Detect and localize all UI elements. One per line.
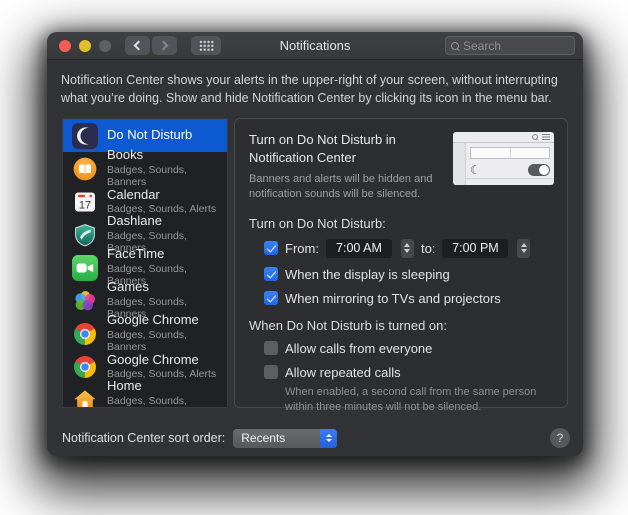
schedule-from-row: From: 7:00 AM to: 7:00 PM <box>264 239 553 258</box>
allow-calls-checkbox[interactable] <box>264 341 278 355</box>
illustration-dnd-row: ☾ <box>470 162 550 177</box>
app-alert-style: Badges, Sounds, Banners <box>107 395 227 408</box>
chevron-left-icon <box>134 41 144 51</box>
from-label: From: <box>285 241 319 256</box>
show-all-button[interactable] <box>191 36 221 55</box>
mini-toggle-on <box>528 164 550 176</box>
app-icon <box>72 255 98 281</box>
sidebar-app-row[interactable]: Do Not Disturb <box>63 119 227 152</box>
home-icon <box>72 387 98 409</box>
app-name: Calendar <box>107 188 216 203</box>
back-button[interactable] <box>125 36 150 55</box>
zoom-button <box>99 40 111 52</box>
allow-repeated-checkbox[interactable] <box>264 365 278 379</box>
dnd-illustration: ☾ <box>453 132 554 185</box>
sidebar-app-row[interactable]: Google Chrome Badges, Sounds, Banners <box>63 317 227 350</box>
help-button[interactable]: ? <box>550 428 570 448</box>
to-time-field[interactable]: 7:00 PM <box>442 239 508 258</box>
games-icon <box>72 288 98 314</box>
mini-search-icon <box>532 134 538 140</box>
notification-center-description: Notification Center shows your alerts in… <box>47 60 581 108</box>
allow-calls-row: Allow calls from everyone <box>264 341 553 356</box>
app-icon <box>72 123 98 149</box>
app-alert-style: Badges, Sounds, Banners <box>107 329 227 353</box>
app-name: Google Chrome <box>107 313 227 328</box>
app-icon <box>72 156 98 182</box>
sort-order-value: Recents <box>233 429 320 448</box>
display-sleeping-checkbox[interactable] <box>264 267 278 281</box>
to-label: to: <box>421 241 435 256</box>
app-name: FaceTime <box>107 247 227 262</box>
moon-icon <box>72 123 98 149</box>
sidebar-list: Do Not Disturb Books Badges, Sounds, Ban… <box>62 118 228 408</box>
app-icon <box>72 354 98 380</box>
stepper-down-icon <box>521 249 527 253</box>
footer-bar: Notification Center sort order: Recents … <box>62 428 570 448</box>
stepper-up-icon <box>404 243 410 247</box>
sidebar-app-row[interactable]: Google Chrome Badges, Sounds, Alerts <box>63 350 227 383</box>
schedule-checkbox[interactable] <box>264 241 278 255</box>
dashlane-icon <box>72 222 98 248</box>
mirroring-label: When mirroring to TVs and projectors <box>285 291 501 306</box>
from-time-field[interactable]: 7:00 AM <box>326 239 392 258</box>
from-time-stepper[interactable] <box>401 239 414 258</box>
allow-calls-label: Allow calls from everyone <box>285 341 432 356</box>
sort-order-label: Notification Center sort order: <box>62 431 225 445</box>
title-bar: Notifications Search <box>47 32 583 60</box>
search-icon <box>451 42 459 50</box>
schedule-section-label: Turn on Do Not Disturb: <box>249 216 553 231</box>
svg-text:17: 17 <box>79 199 91 211</box>
panel-subheading: Banners and alerts will be hidden and no… <box>249 172 477 202</box>
dropdown-arrows-icon <box>320 429 337 448</box>
app-alert-style: Badges, Sounds, Banners <box>107 164 227 188</box>
allow-repeated-row: Allow repeated calls <box>264 365 553 380</box>
sidebar-app-row[interactable]: Home Badges, Sounds, Banners <box>63 383 227 408</box>
facetime-icon <box>72 255 98 281</box>
illustration-sidebar <box>453 143 466 185</box>
app-icon <box>72 387 98 409</box>
mirroring-checkbox[interactable] <box>264 291 278 305</box>
mirroring-row: When mirroring to TVs and projectors <box>264 291 553 306</box>
stepper-down-icon <box>404 249 410 253</box>
search-input[interactable]: Search <box>445 36 575 55</box>
illustration-menubar <box>453 132 554 143</box>
app-name: Google Chrome <box>107 353 216 368</box>
traffic-lights <box>59 40 111 52</box>
forward-button[interactable] <box>152 36 177 55</box>
repeated-calls-note: When enabled, a second call from the sam… <box>285 385 553 416</box>
app-icon <box>72 222 98 248</box>
display-sleeping-row: When the display is sleeping <box>264 267 553 282</box>
app-name: Do Not Disturb <box>107 128 192 143</box>
mini-moon-icon: ☾ <box>470 164 481 176</box>
app-icon <box>72 321 98 347</box>
to-time-stepper[interactable] <box>517 239 530 258</box>
allow-repeated-label: Allow repeated calls <box>285 365 401 380</box>
chrome-icon <box>72 354 98 380</box>
display-sleeping-label: When the display is sleeping <box>285 267 450 282</box>
grid-icon <box>199 40 214 51</box>
notifications-preferences-window: Notifications Search Notification Center… <box>47 32 583 456</box>
do-not-disturb-panel: Turn on Do Not Disturb in Notification C… <box>234 118 568 408</box>
search-placeholder: Search <box>463 39 501 53</box>
app-name: Dashlane <box>107 214 227 229</box>
app-icon: 17 <box>72 189 98 215</box>
mini-list-icon <box>542 134 550 140</box>
sort-order-dropdown[interactable]: Recents <box>233 429 337 448</box>
calendar-icon: 17 <box>72 189 98 215</box>
close-button[interactable] <box>59 40 71 52</box>
app-name: Books <box>107 148 227 163</box>
app-icon <box>72 288 98 314</box>
panel-heading: Turn on Do Not Disturb in Notification C… <box>249 131 444 166</box>
app-name: Games <box>107 280 227 295</box>
books-icon <box>72 156 98 182</box>
minimize-button[interactable] <box>79 40 91 52</box>
chrome-icon <box>72 321 98 347</box>
stepper-up-icon <box>521 243 527 247</box>
app-name: Home <box>107 379 227 394</box>
illustration-fields <box>470 147 550 159</box>
chevron-right-icon <box>159 41 169 51</box>
sidebar-app-row[interactable]: Books Badges, Sounds, Banners <box>63 152 227 185</box>
turned-on-section-label: When Do Not Disturb is turned on: <box>249 318 553 333</box>
